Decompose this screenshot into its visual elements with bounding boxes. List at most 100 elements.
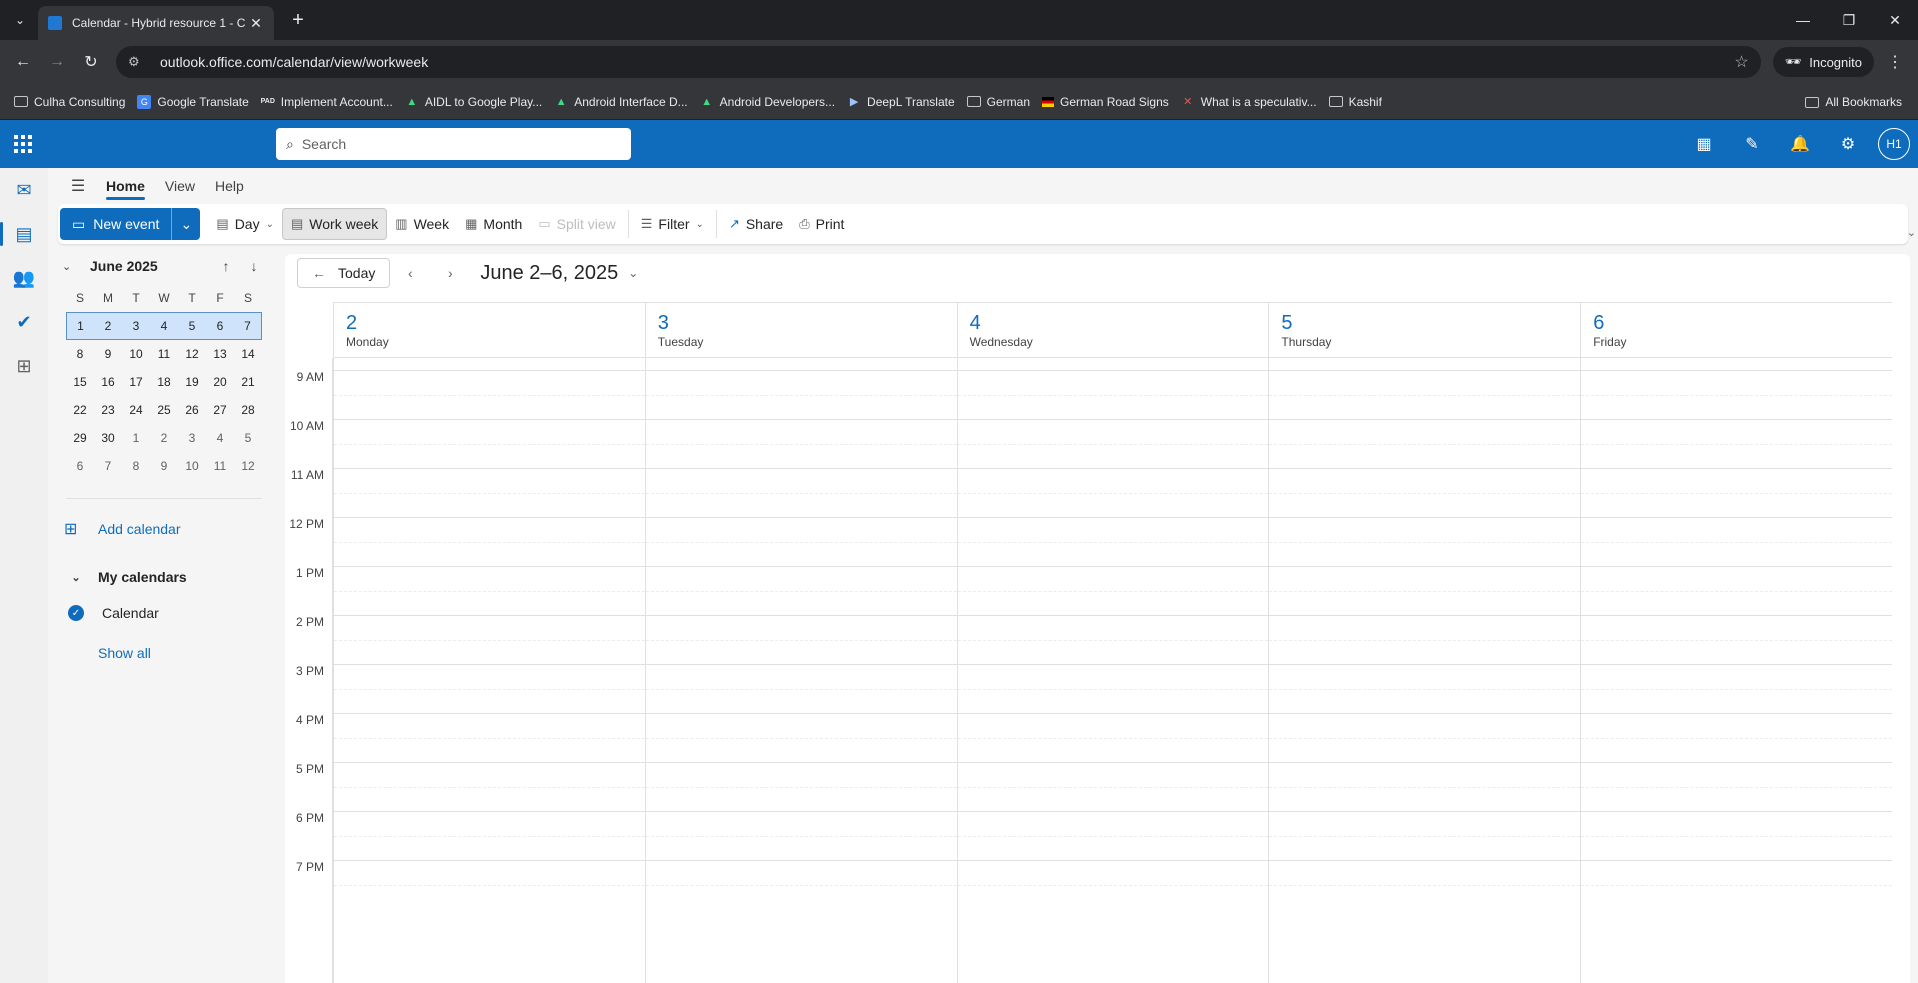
app-launcher-icon[interactable] (0, 120, 46, 168)
back-icon[interactable]: ← (8, 47, 38, 77)
mini-calendar-day[interactable]: 11 (206, 452, 234, 480)
calendar-list-item[interactable]: ✓ Calendar (58, 595, 268, 631)
restore-icon[interactable]: ❐ (1826, 0, 1872, 40)
mini-calendar-month[interactable]: June 2025 (90, 258, 212, 274)
mini-calendar-day[interactable]: 27 (206, 396, 234, 424)
mini-calendar-day[interactable]: 5 (178, 312, 206, 340)
mini-calendar-day[interactable]: 4 (206, 424, 234, 452)
browser-menu-icon[interactable]: ⋮ (1880, 52, 1910, 72)
mini-calendar-day[interactable]: 2 (150, 424, 178, 452)
mini-calendar-day[interactable]: 9 (150, 452, 178, 480)
mini-calendar-day[interactable]: 16 (94, 368, 122, 396)
mini-calendar-day[interactable]: 4 (150, 312, 178, 340)
add-calendar-button[interactable]: ⊞ Add calendar (58, 511, 268, 547)
print-button[interactable]: ⎙ Print (791, 208, 852, 240)
next-month-arrow-icon[interactable]: ↓ (240, 258, 268, 274)
mini-calendar-day[interactable]: 19 (178, 368, 206, 396)
day-column[interactable] (1268, 358, 1581, 983)
day-column[interactable] (644, 358, 957, 983)
mini-calendar-day[interactable]: 6 (206, 312, 234, 340)
mini-calendar-day[interactable]: 1 (66, 312, 94, 340)
ribbon-expand-chevron-icon[interactable]: ⌄ (1907, 226, 1916, 239)
collapse-chevron-icon[interactable]: ⌄ (62, 260, 82, 273)
tab-view[interactable]: View (155, 168, 205, 204)
forward-icon[interactable]: → (42, 47, 72, 77)
incognito-indicator[interactable]: 🕶 Incognito (1772, 47, 1874, 77)
mail-icon[interactable]: ✉ (0, 168, 48, 212)
settings-gear-icon[interactable]: ⚙ (1824, 120, 1872, 168)
mini-calendar-day[interactable]: 6 (66, 452, 94, 480)
week-view-button[interactable]: ▥ Week (387, 208, 457, 240)
my-calendars-group[interactable]: ⌄ My calendars (58, 559, 268, 595)
work-week-view-button[interactable]: ▤ Work week (281, 208, 388, 240)
mini-calendar-day[interactable]: 7 (234, 312, 262, 340)
checkmark-icon[interactable]: ✓ (68, 605, 84, 621)
day-header[interactable]: 2 Monday (333, 303, 645, 357)
bookmark-item[interactable]: Culha Consulting (8, 89, 131, 115)
mini-calendar-day[interactable]: 3 (178, 424, 206, 452)
mini-calendar-day[interactable]: 30 (94, 424, 122, 452)
all-bookmarks-button[interactable]: All Bookmarks (1799, 89, 1908, 115)
mini-calendar-day[interactable]: 18 (150, 368, 178, 396)
previous-week-chevron-icon[interactable]: ‹ (390, 265, 430, 281)
mini-calendar-day[interactable]: 8 (122, 452, 150, 480)
browser-tab[interactable]: Calendar - Hybrid resource 1 - C ✕ (38, 6, 274, 40)
excel-app-icon[interactable]: ▦ (1680, 120, 1728, 168)
close-window-icon[interactable]: ✕ (1872, 0, 1918, 40)
day-header[interactable]: 4 Wednesday (956, 303, 1269, 357)
close-tab-icon[interactable]: ✕ (248, 15, 264, 32)
day-column[interactable] (1580, 358, 1892, 983)
minimize-icon[interactable]: — (1780, 0, 1826, 40)
share-button[interactable]: ↗ Share (721, 208, 791, 240)
new-event-dropdown-chevron-icon[interactable]: ⌄ (172, 208, 200, 240)
bookmark-item[interactable]: German Road Signs (1036, 89, 1175, 115)
bookmark-item[interactable]: G Google Translate (131, 89, 254, 115)
mini-calendar-day[interactable]: 23 (94, 396, 122, 424)
mini-calendar-day[interactable]: 5 (234, 424, 262, 452)
day-column[interactable] (333, 358, 645, 983)
todo-check-icon[interactable]: ✔ (0, 300, 48, 344)
bookmark-item[interactable]: PAD Implement Account... (255, 89, 399, 115)
mini-calendar-day[interactable]: 9 (94, 340, 122, 368)
bookmark-item[interactable]: ▲ Android Interface D... (548, 89, 693, 115)
tab-help[interactable]: Help (205, 168, 254, 204)
new-event-button[interactable]: ▭ New event (60, 208, 173, 240)
bookmark-item[interactable]: ▲ AIDL to Google Play... (399, 89, 548, 115)
mini-calendar-day[interactable]: 1 (122, 424, 150, 452)
mini-calendar-day[interactable]: 14 (234, 340, 262, 368)
mini-calendar-day[interactable]: 3 (122, 312, 150, 340)
notifications-bell-icon[interactable]: 🔔 (1776, 120, 1824, 168)
day-view-button[interactable]: ▤ Day ⌄ (208, 208, 282, 240)
bookmark-item[interactable]: Kashif (1323, 89, 1388, 115)
chevron-down-icon[interactable]: ⌄ (628, 266, 638, 280)
day-header[interactable]: 6 Friday (1580, 303, 1892, 357)
mini-calendar-day[interactable]: 10 (178, 452, 206, 480)
day-header[interactable]: 3 Tuesday (644, 303, 957, 357)
mini-calendar-day[interactable]: 26 (178, 396, 206, 424)
mini-calendar-day[interactable]: 21 (234, 368, 262, 396)
more-apps-icon[interactable]: ⊞ (0, 344, 48, 388)
mini-calendar-day[interactable]: 12 (178, 340, 206, 368)
reload-icon[interactable]: ↻ (76, 47, 106, 77)
next-week-chevron-icon[interactable]: › (430, 265, 470, 281)
date-range-title[interactable]: June 2–6, 2025 (480, 262, 618, 285)
bookmark-item[interactable]: ✕ What is a speculativ... (1175, 89, 1323, 115)
mini-calendar-day[interactable]: 15 (66, 368, 94, 396)
mini-calendar-day[interactable]: 17 (122, 368, 150, 396)
mini-calendar-day[interactable]: 8 (66, 340, 94, 368)
mini-calendar-day[interactable]: 11 (150, 340, 178, 368)
avatar[interactable]: H1 (1878, 128, 1910, 160)
day-header[interactable]: 5 Thursday (1268, 303, 1580, 357)
search-box[interactable]: ⌕ Search (276, 128, 631, 160)
people-icon[interactable]: 👥 (0, 256, 48, 300)
bookmark-star-icon[interactable]: ☆ (1734, 52, 1748, 72)
mini-calendar-day[interactable]: 12 (234, 452, 262, 480)
calendar-icon[interactable]: ▤ (0, 212, 48, 256)
bookmark-item[interactable]: ▲ Android Developers... (694, 89, 841, 115)
tab-home[interactable]: Home (96, 168, 155, 204)
hamburger-menu-icon[interactable]: ☰ (60, 168, 96, 204)
address-bar[interactable]: ⚙ outlook.office.com/calendar/view/workw… (116, 46, 1761, 78)
url-text[interactable]: outlook.office.com/calendar/view/workwee… (160, 54, 1734, 70)
day-column[interactable] (956, 358, 1269, 983)
search-input[interactable]: Search (302, 136, 346, 152)
